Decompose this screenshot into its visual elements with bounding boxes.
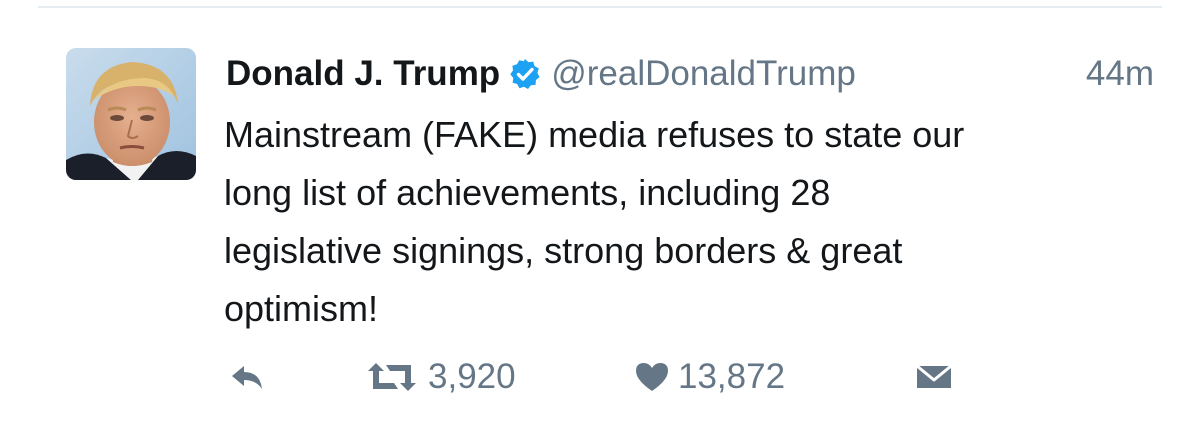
heart-icon (634, 361, 670, 393)
retweet-icon (364, 361, 420, 393)
top-divider (38, 6, 1162, 8)
tweet-actions: 3,920 13,872 (224, 354, 984, 400)
retweet-count: 3,920 (428, 357, 516, 396)
envelope-icon (914, 361, 954, 393)
tweet-text: Mainstream (FAKE) media refuses to state… (224, 106, 1124, 338)
verified-badge-icon (509, 58, 541, 90)
avatar-image (66, 48, 196, 180)
tweet-text-line: legislative signings, strong borders & g… (224, 230, 903, 271)
like-button[interactable]: 13,872 (634, 354, 785, 400)
reply-icon (228, 361, 268, 393)
reply-button[interactable] (228, 354, 268, 400)
avatar[interactable] (66, 48, 196, 180)
tweet-header: Donald J. Trump @realDonaldTrump 44m (226, 48, 1156, 100)
direct-message-button[interactable] (914, 354, 954, 400)
tweet-text-line: Mainstream (FAKE) media refuses to state… (224, 114, 965, 155)
tweet-text-line: optimism! (224, 288, 379, 329)
author-handle[interactable]: @realDonaldTrump (551, 54, 856, 94)
like-count: 13,872 (678, 357, 786, 396)
tweet-timestamp[interactable]: 44m (1086, 54, 1156, 94)
retweet-button[interactable]: 3,920 (364, 354, 516, 400)
author-display-name[interactable]: Donald J. Trump (226, 54, 500, 94)
tweet-text-line: long list of achievements, including 28 (224, 172, 831, 213)
